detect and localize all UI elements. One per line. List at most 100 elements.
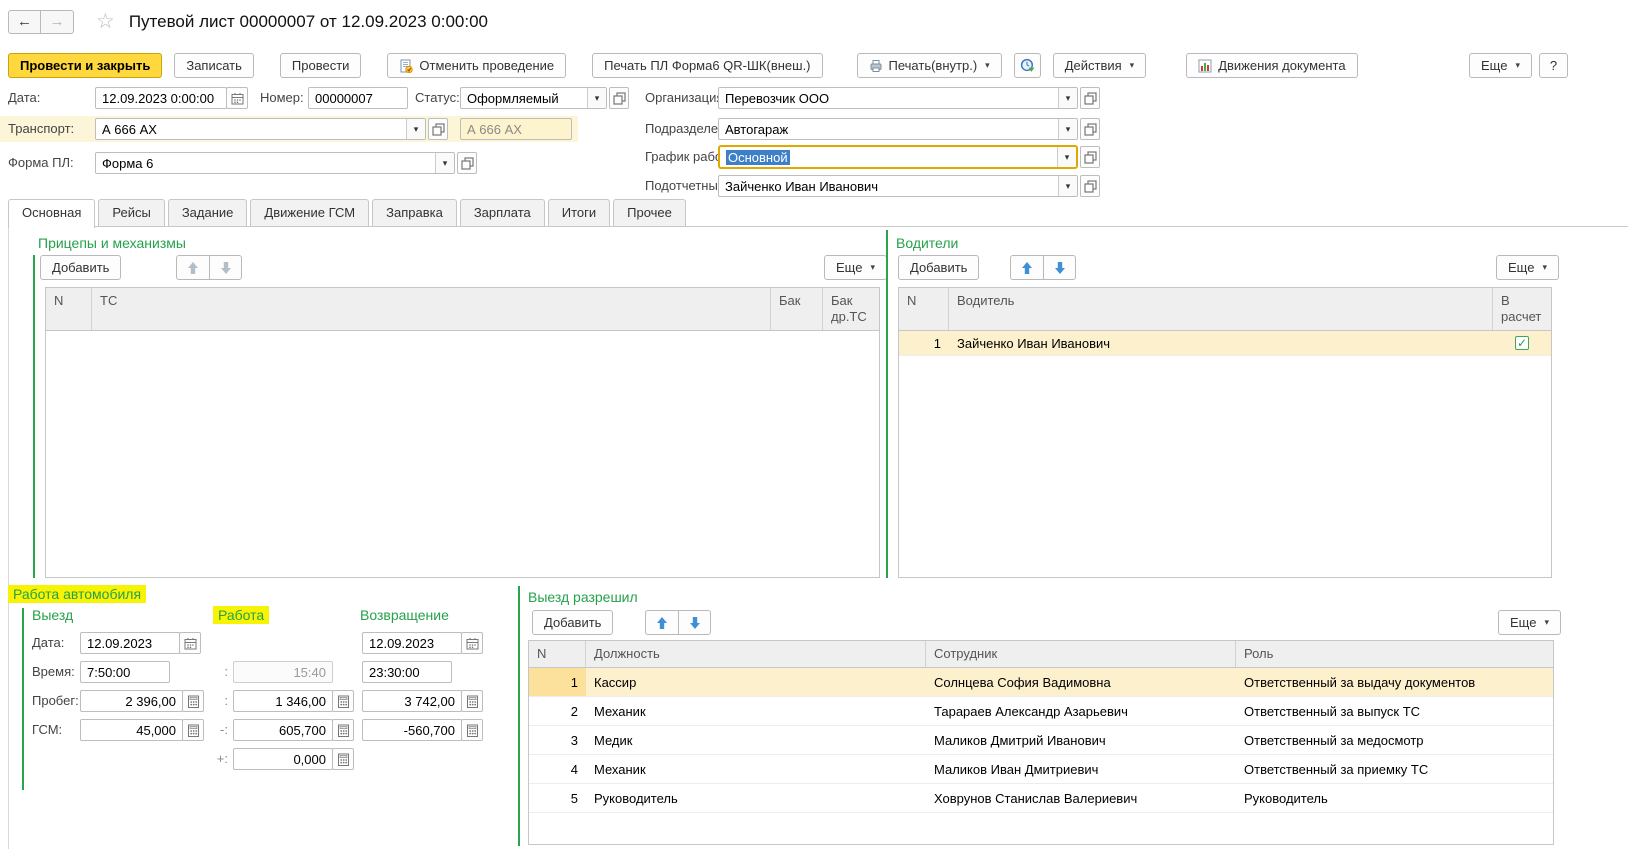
schedule-open-button[interactable] (1080, 146, 1100, 168)
status-open-button[interactable] (609, 87, 629, 109)
trailers-table-empty-area[interactable] (46, 331, 879, 577)
tab-zarplata[interactable]: Зарплата (460, 199, 545, 226)
trailers-move-down-button[interactable] (209, 255, 242, 280)
accountable-combo[interactable]: Зайченко Иван Иванович ▾ (718, 175, 1078, 197)
tab-dvizhenie-gsm[interactable]: Движение ГСМ (250, 199, 369, 226)
undo-post-button[interactable]: Отменить проведение (387, 53, 566, 78)
drivers-move-down-button[interactable] (1043, 255, 1076, 280)
tab-zapravka[interactable]: Заправка (372, 199, 457, 226)
in-calc-checkbox[interactable]: ✓ (1515, 336, 1529, 350)
waybill-form-dropdown-icon[interactable]: ▾ (435, 153, 454, 173)
accountable-open-button[interactable] (1080, 175, 1100, 197)
organization-dropdown-icon[interactable]: ▾ (1058, 88, 1077, 108)
authorized-row-5[interactable]: 5 Руководитель Ховрунов Станислав Валери… (529, 784, 1553, 813)
position-cell[interactable]: Механик (586, 700, 926, 723)
work-fuel-added-calc-button[interactable] (332, 748, 354, 770)
department-combo[interactable]: Автогараж ▾ (718, 118, 1078, 140)
nav-back-button[interactable]: ← (8, 10, 41, 34)
position-cell[interactable]: Кассир (586, 671, 926, 694)
change-state-button[interactable] (1014, 53, 1041, 78)
print-internal-button[interactable]: Печать(внутр.) ▾ (857, 53, 1002, 78)
position-cell[interactable]: Руководитель (586, 787, 926, 810)
drivers-col-n[interactable]: N (899, 288, 949, 330)
print-external-button[interactable]: Печать ПЛ Форма6 QR-ШК(внеш.) (592, 53, 822, 78)
return-date-calendar-button[interactable] (461, 632, 483, 654)
schedule-dropdown-icon[interactable]: ▾ (1057, 147, 1076, 167)
favorite-star-icon[interactable]: ☆ (96, 9, 115, 34)
work-fuel-used-field[interactable]: 605,700 (233, 719, 333, 741)
authorized-add-button[interactable]: Добавить (532, 610, 613, 635)
authorized-col-role[interactable]: Роль (1236, 641, 1553, 667)
trailers-col-n[interactable]: N (46, 288, 92, 330)
tab-prochee[interactable]: Прочее (613, 199, 686, 226)
document-movements-button[interactable]: Движения документа (1186, 53, 1357, 78)
authorized-move-up-button[interactable] (645, 610, 678, 635)
role-cell[interactable]: Ответственный за медосмотр (1236, 729, 1553, 752)
nav-forward-button[interactable]: → (41, 10, 74, 34)
return-fuel-calc-button[interactable] (461, 719, 483, 741)
position-cell[interactable]: Механик (586, 758, 926, 781)
employee-cell[interactable]: Маликов Иван Дмитриевич (926, 758, 1236, 781)
authorized-more-button[interactable]: Еще ▾ (1498, 610, 1561, 635)
role-cell[interactable]: Ответственный за выдачу документов (1236, 671, 1553, 694)
trailers-add-button[interactable]: Добавить (40, 255, 121, 280)
work-distance-field[interactable]: 1 346,00 (233, 690, 333, 712)
return-date-field[interactable]: 12.09.2023 (362, 632, 462, 654)
department-dropdown-icon[interactable]: ▾ (1058, 119, 1077, 139)
drivers-col-in-calc[interactable]: В расчет (1493, 288, 1551, 330)
organization-combo[interactable]: Перевозчик ООО ▾ (718, 87, 1078, 109)
return-odometer-field[interactable]: 3 742,00 (362, 690, 462, 712)
date-calendar-button[interactable] (226, 87, 248, 109)
trailers-col-tank-other[interactable]: Бак др.ТС (823, 288, 879, 330)
tab-itogi[interactable]: Итоги (548, 199, 610, 226)
employee-cell[interactable]: Ховрунов Станислав Валериевич (926, 787, 1236, 810)
work-fuel-added-field[interactable]: 0,000 (233, 748, 333, 770)
drivers-col-driver[interactable]: Водитель (949, 288, 1493, 330)
employee-cell[interactable]: Маликов Дмитрий Иванович (926, 729, 1236, 752)
authorized-move-down-button[interactable] (678, 610, 711, 635)
waybill-form-open-button[interactable] (457, 152, 477, 174)
schedule-combo[interactable]: Основной ▾ (718, 145, 1078, 169)
departure-fuel-calc-button[interactable] (182, 719, 204, 741)
employee-cell[interactable]: Тарараев Александр Азарьевич (926, 700, 1236, 723)
departure-time-field[interactable]: 7:50:00 (80, 661, 170, 683)
departure-date-field[interactable]: 12.09.2023 (80, 632, 180, 654)
transport-dropdown-icon[interactable]: ▾ (406, 119, 425, 139)
write-button[interactable]: Записать (174, 53, 254, 78)
authorized-col-position[interactable]: Должность (586, 641, 926, 667)
date-field[interactable]: 12.09.2023 0:00:00 (95, 87, 227, 109)
authorized-row-2[interactable]: 2 Механик Тарараев Александр Азарьевич О… (529, 697, 1553, 726)
tab-reysy[interactable]: Рейсы (98, 199, 164, 226)
trailers-col-vehicle[interactable]: ТС (92, 288, 771, 330)
departure-odometer-field[interactable]: 2 396,00 (80, 690, 183, 712)
transport-open-button[interactable] (428, 118, 448, 140)
drivers-more-button[interactable]: Еще ▾ (1496, 255, 1559, 280)
tab-zadanie[interactable]: Задание (168, 199, 248, 226)
return-odometer-calc-button[interactable] (461, 690, 483, 712)
post-button[interactable]: Провести (280, 53, 362, 78)
authorized-row-4[interactable]: 4 Механик Маликов Иван Дмитриевич Ответс… (529, 755, 1553, 784)
trailers-move-up-button[interactable] (176, 255, 209, 280)
departure-date-calendar-button[interactable] (179, 632, 201, 654)
drivers-move-up-button[interactable] (1010, 255, 1043, 280)
trailers-more-button[interactable]: Еще ▾ (824, 255, 887, 280)
help-button[interactable]: ? (1539, 53, 1568, 78)
post-and-close-button[interactable]: Провести и закрыть (8, 53, 162, 78)
status-dropdown-icon[interactable]: ▾ (587, 88, 606, 108)
transport-combo[interactable]: А 666 АХ ▾ (95, 118, 426, 140)
department-open-button[interactable] (1080, 118, 1100, 140)
employee-cell[interactable]: Солнцева София Вадимовна (926, 671, 1236, 694)
tab-osnovnaya[interactable]: Основная (8, 199, 95, 228)
authorized-col-employee[interactable]: Сотрудник (926, 641, 1236, 667)
status-combo[interactable]: Оформляемый ▾ (460, 87, 607, 109)
role-cell[interactable]: Ответственный за выпуск ТС (1236, 700, 1553, 723)
position-cell[interactable]: Медик (586, 729, 926, 752)
authorized-col-n[interactable]: N (529, 641, 586, 667)
return-fuel-field[interactable]: -560,700 (362, 719, 462, 741)
role-cell[interactable]: Руководитель (1236, 787, 1553, 810)
driver-name-cell[interactable]: Зайченко Иван Иванович (949, 332, 1493, 355)
trailers-col-tank[interactable]: Бак (771, 288, 823, 330)
number-field[interactable]: 00000007 (308, 87, 408, 109)
work-distance-calc-button[interactable] (332, 690, 354, 712)
work-fuel-used-calc-button[interactable] (332, 719, 354, 741)
